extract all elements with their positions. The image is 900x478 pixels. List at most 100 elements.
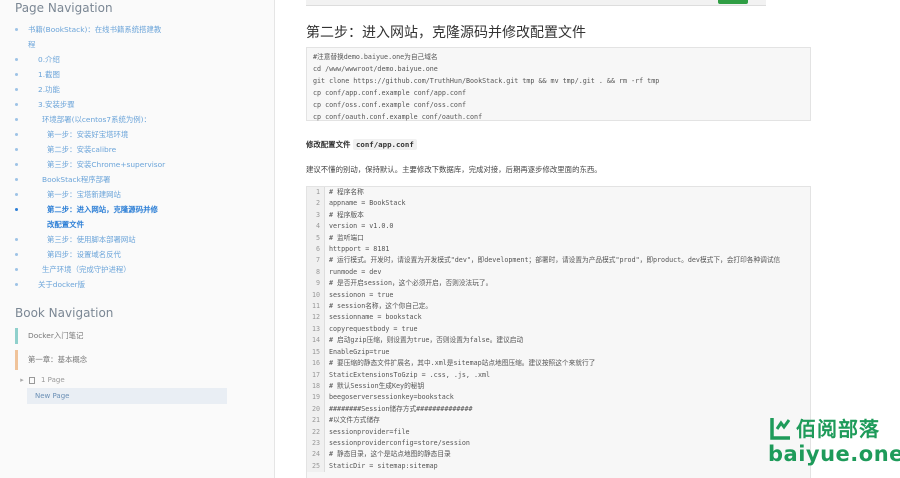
line-number: 16: [307, 358, 325, 370]
toc-item-label: 第一步：安装好宝塔环境: [47, 130, 129, 139]
code-text: StaticExtensionsToGzip = .css, .js, .xml: [329, 370, 491, 379]
page-navigation-title: Page Navigation: [15, 1, 113, 15]
code-line: cp conf/app.conf.example conf/app.conf: [313, 88, 466, 97]
code-line: 8 runmode = dev: [307, 266, 810, 279]
book-link[interactable]: Docker入门笔记: [15, 328, 260, 344]
toc-item[interactable]: 0.介绍: [0, 52, 270, 67]
action-button[interactable]: [718, 0, 748, 4]
toc-item-label: 书籍(BookStack)：在线书籍系统搭建教: [28, 25, 162, 34]
code-line: 22 sessionprovider=file: [307, 426, 810, 438]
line-number: 24: [307, 449, 325, 461]
main-content: 第二步：进入网站，克隆源码并修改配置文件 #注意替换demo.baiyue.on…: [276, 0, 900, 478]
line-number: 23: [307, 437, 325, 450]
config-description: 建议不懂的别动，保持默认。主要修改下数据库，完成对接，后期再逐步修改里面的东西。: [306, 165, 602, 174]
line-number: 11: [307, 301, 325, 313]
toc-item[interactable]: 第三步：安装Chrome+supervisor: [0, 157, 270, 172]
sidebar: Page Navigation 书籍(BookStack)：在线书籍系统搭建教程…: [0, 0, 275, 478]
toc-item[interactable]: BookStack程序部署: [0, 172, 270, 187]
line-number: 20: [307, 403, 325, 416]
toc-item[interactable]: 生产环境（完成守护进程）: [0, 262, 270, 277]
code-line: cd /www/wwwroot/demo.baiyue.one: [313, 64, 438, 73]
code-line: 3 # 程序版本: [307, 209, 810, 222]
toc-bullet-icon: [15, 73, 18, 76]
code-text: # 监听端口: [329, 233, 364, 242]
toc-item[interactable]: 1.截图: [0, 67, 270, 82]
code-text: runmode = dev: [329, 267, 382, 276]
toc-item[interactable]: 2.功能: [0, 82, 270, 97]
code-line: 24 # 静态目录，这个是站点地图的静态目录: [307, 449, 810, 461]
line-number: 10: [307, 289, 325, 302]
code-text: sessionprovider=file: [329, 427, 410, 436]
toc-item[interactable]: 3.安装步骤: [0, 97, 270, 112]
toc-item[interactable]: 第一步：安装好宝塔环境: [0, 127, 270, 142]
toc-item[interactable]: 关于docker版: [0, 277, 270, 292]
toc-bullet-icon: [15, 103, 18, 106]
toc-item[interactable]: 第一步：宝塔新建网站: [0, 187, 270, 202]
toc-item-label: 1.截图: [38, 70, 60, 79]
code-line: 14 # 启动gzip压缩，则设置为true，否则设置为false。建议启动: [307, 335, 810, 347]
code-line: 11 # session名称，这个你自己定。: [307, 301, 810, 313]
code-line: 1 # 程序名称: [307, 187, 810, 199]
toc-item-label: 第三步：使用脚本部署网站: [47, 235, 136, 244]
code-text: copyrequestbody = true: [329, 324, 418, 333]
code-text: appname = BookStack: [329, 199, 406, 208]
page-count: 1 Page: [41, 376, 65, 384]
line-number: 1: [307, 187, 325, 199]
code-line: 25 StaticDir = sitemap:sitemap: [307, 460, 810, 473]
brand-logo-icon: [770, 417, 791, 440]
code-line: 17 StaticExtensionsToGzip = .css, .js, .x…: [307, 369, 810, 381]
line-number: 7: [307, 255, 325, 267]
code-line: 5 # 监听端口: [307, 232, 810, 245]
toc-bullet-icon: [15, 193, 18, 196]
code-text: #以文件方式储存: [329, 416, 380, 425]
toc-item-label: 第一步：宝塔新建网站: [47, 190, 121, 199]
page-icon: [29, 376, 35, 384]
section-heading: 第二步：进入网站，克隆源码并修改配置文件: [306, 25, 586, 41]
toc-bullet-icon: [15, 118, 18, 121]
chapter-link[interactable]: 第一章：基本概念: [15, 350, 260, 370]
code-text: sessionproviderconfig=store/session: [329, 438, 470, 447]
code-line: cp conf/oauth.conf.example conf/oauth.co…: [313, 112, 483, 121]
line-number: 25: [307, 460, 325, 473]
chapter-pages-toggle[interactable]: ▸ 1 Page: [15, 376, 260, 384]
toc-item-label: 第四步：设置域名反代: [47, 250, 121, 259]
toc-bullet-icon: [15, 268, 18, 271]
code-line: 4 version = v1.0.0: [307, 221, 810, 233]
toc-item[interactable]: 第三步：使用脚本部署网站: [0, 232, 270, 247]
code-line: 12 sessionname = bookstack: [307, 312, 810, 324]
code-text: sessionname = bookstack: [329, 313, 422, 322]
toc-item-label: 第二步：安装calibre: [47, 145, 117, 154]
toc-item[interactable]: 改配置文件: [0, 217, 270, 232]
new-page-link[interactable]: New Page: [27, 388, 227, 404]
toc-item[interactable]: 第二步：进入网站，克隆源码并修: [0, 202, 270, 217]
toc-item[interactable]: 第四步：设置域名反代: [0, 247, 270, 262]
toc-item[interactable]: 环境部署(以centos7系统为例)：: [0, 112, 270, 127]
line-number: 19: [307, 392, 325, 404]
toc-item-label: 3.安装步骤: [38, 100, 75, 109]
toc-bullet-icon: [15, 253, 18, 256]
table-of-contents: 书籍(BookStack)：在线书籍系统搭建教程 0.介绍 1.截图 2.功能 3.安装…: [0, 22, 270, 292]
code-line: 16 # 要压缩的静态文件扩展名，其中.xml是sitemap站点地图压缩。建议按…: [307, 358, 810, 370]
code-line: git clone https://github.com/TruthHun/Bo…: [313, 76, 660, 85]
code-text: # 程序版本: [329, 210, 364, 219]
toc-bullet-icon: [15, 283, 18, 286]
watermark-brand-name: 佰阅部落: [796, 417, 880, 441]
toc-bullet-icon: [15, 163, 18, 166]
line-number: 18: [307, 380, 325, 393]
toc-item-label: 环境部署(以centos7系统为例)：: [42, 115, 151, 124]
code-text: # 启动gzip压缩，则设置为true，否则设置为false。建议启动: [329, 336, 524, 345]
code-text: # session名称，这个你自己定。: [329, 302, 433, 311]
toc-bullet-icon: [15, 133, 18, 136]
line-number: 15: [307, 346, 325, 359]
code-line: 10 sessionon = true: [307, 289, 810, 302]
line-number: 6: [307, 244, 325, 256]
code-text: EnableGzip=true: [329, 347, 390, 356]
code-text: # 默认Session生成Key的秘钥: [329, 381, 425, 390]
toc-item[interactable]: 程: [0, 37, 270, 52]
toc-bullet-icon: [15, 88, 18, 91]
chevron-right-icon[interactable]: ▸: [15, 376, 29, 384]
toc-item-label: 生产环境（完成守护进程）: [42, 265, 131, 274]
toc-item[interactable]: 第二步：安装calibre: [0, 142, 270, 157]
toc-item[interactable]: 书籍(BookStack)：在线书籍系统搭建教: [0, 22, 270, 37]
toc-item-label: 关于docker版: [38, 280, 86, 289]
